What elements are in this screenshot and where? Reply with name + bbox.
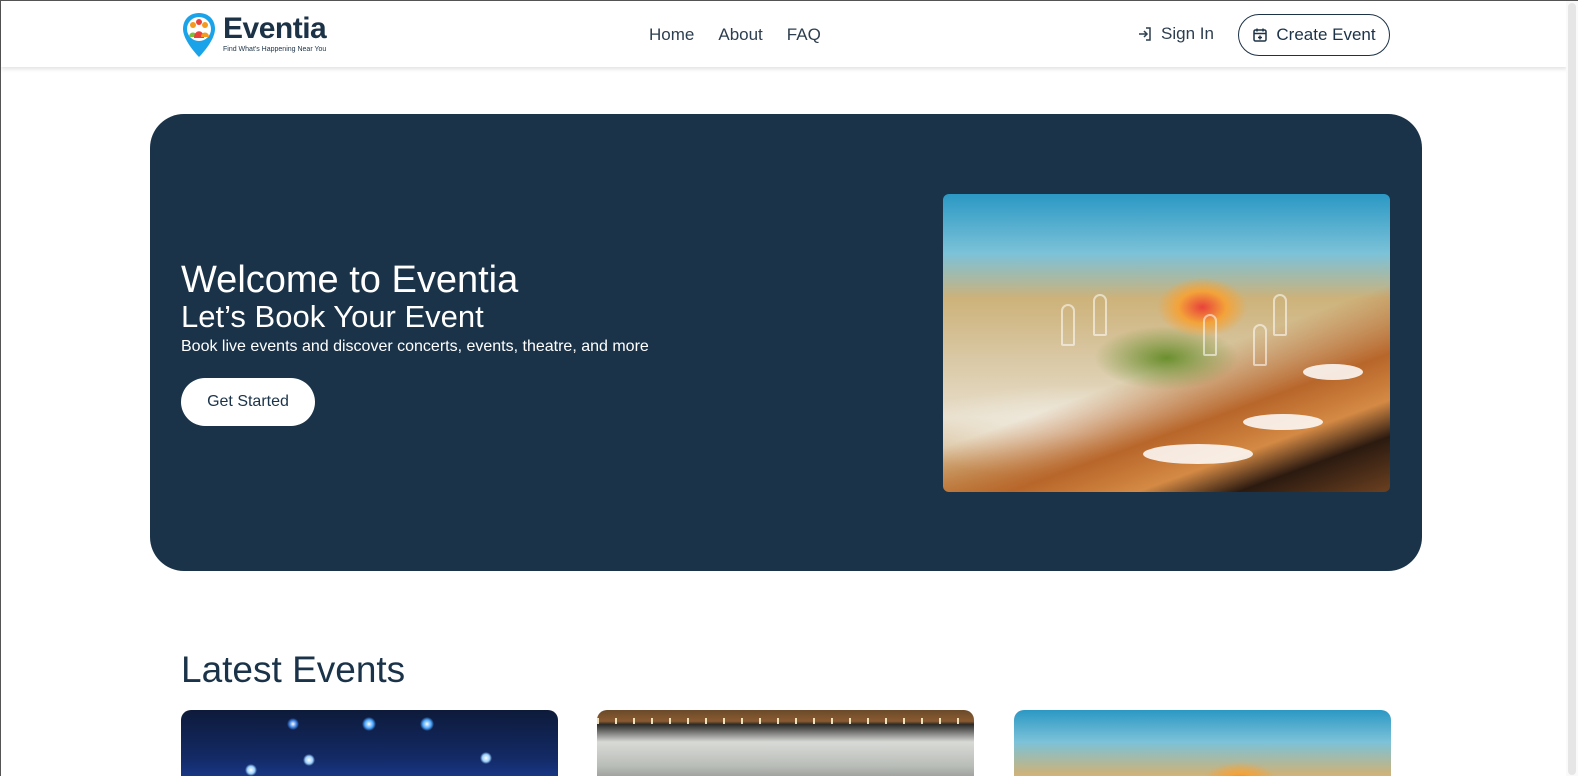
site-header: Eventia Find What's Happening Near You H…: [1, 1, 1567, 67]
hero-description: Book live events and discover concerts, …: [181, 338, 649, 355]
sign-in-icon: [1139, 27, 1151, 41]
create-event-button[interactable]: Create Event: [1238, 14, 1390, 56]
scrollbar-thumb[interactable]: [1568, 3, 1576, 775]
sign-in-link[interactable]: Sign In: [1137, 24, 1214, 44]
hero-title: Welcome to Eventia: [181, 259, 519, 301]
brand-tagline: Find What's Happening Near You: [223, 46, 327, 53]
get-started-button[interactable]: Get Started: [181, 378, 315, 426]
event-card-image[interactable]: [181, 710, 558, 776]
main-nav: Home About FAQ: [649, 24, 845, 46]
calendar-add-icon: [1253, 28, 1268, 42]
brand-name: Eventia: [223, 12, 327, 45]
sign-in-label: Sign In: [1161, 24, 1214, 43]
nav-about[interactable]: About: [718, 24, 762, 46]
hero-banner: Welcome to Eventia Let’s Book Your Event…: [150, 114, 1422, 571]
event-card-image[interactable]: [1014, 710, 1391, 776]
scrollbar[interactable]: [1566, 1, 1578, 776]
location-pin-icon: [181, 11, 217, 59]
nav-home[interactable]: Home: [649, 24, 694, 46]
event-card-image[interactable]: [597, 710, 974, 776]
hero-image: [943, 194, 1390, 492]
create-event-label: Create Event: [1276, 25, 1376, 44]
nav-faq[interactable]: FAQ: [787, 24, 821, 46]
latest-events-heading: Latest Events: [181, 649, 406, 690]
brand-logo[interactable]: Eventia Find What's Happening Near You: [181, 11, 327, 59]
hero-subtitle: Let’s Book Your Event: [181, 299, 484, 334]
